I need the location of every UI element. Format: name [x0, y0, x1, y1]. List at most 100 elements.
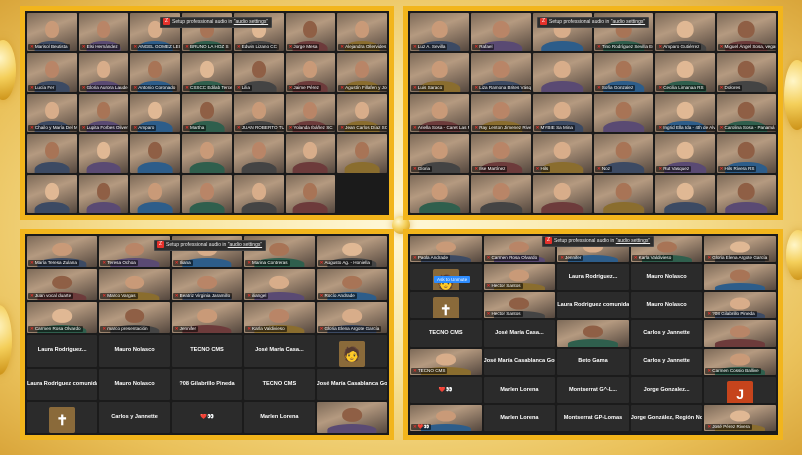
participant-tile[interactable]: [532, 53, 592, 92]
participant-tile[interactable]: [78, 174, 129, 213]
participant-tile[interactable]: ✕Miguel Ángel Sosa, vegas: [716, 13, 776, 52]
participant-tile[interactable]: ✕Chailo y María Del Mar (Ca: [27, 93, 77, 133]
participant-tile[interactable]: ✕Hils: [532, 134, 592, 173]
participant-tile[interactable]: ✝: [27, 401, 98, 433]
participant-tile[interactable]: Laura Rodriguez comunidad...: [27, 368, 98, 400]
participant-tile[interactable]: ✕Carmen Cossio Ballive: [704, 348, 776, 375]
participant-tile[interactable]: Laura Rodriguez...: [557, 264, 629, 291]
participant-tile[interactable]: ✕marco presentación: [99, 302, 170, 334]
participant-tile[interactable]: ✕Gloria Elena Argote García: [704, 236, 776, 263]
participant-tile[interactable]: ✕Paola Andrade: [410, 236, 482, 263]
participant-tile[interactable]: Carlos y Jannette: [630, 348, 703, 375]
participant-tile[interactable]: ❤️👀: [171, 401, 243, 433]
participant-tile[interactable]: José María Casablanca Gonz: [316, 368, 387, 400]
participant-tile[interactable]: [233, 174, 284, 213]
participant-tile[interactable]: ✕Luis Saraco: [410, 53, 470, 92]
participant-tile[interactable]: ✕Hils Rivera RS: [716, 134, 776, 173]
participant-tile[interactable]: ✕iliangel: [244, 269, 315, 301]
participant-tile[interactable]: José María Casa...: [483, 320, 556, 347]
participant-tile[interactable]: ✕Ingrid Ella Ida - 4th de Alvarez: [655, 93, 715, 133]
participant-tile[interactable]: ✕Jennifer: [171, 302, 243, 334]
participant-tile[interactable]: ✕❤️👀: [410, 404, 482, 431]
participant-tile[interactable]: [285, 174, 336, 213]
participant-tile[interactable]: [557, 320, 629, 347]
participant-tile[interactable]: [233, 134, 284, 173]
participant-tile[interactable]: ✕Jean Carlos Díaz SC: [337, 93, 387, 133]
participant-tile[interactable]: Montserrat GP-Lomas: [557, 404, 629, 431]
participant-tile[interactable]: ✕Rafael: [471, 13, 531, 52]
participant-tile[interactable]: Mauro Nolasco: [630, 264, 703, 291]
participant-tile[interactable]: ✕MYBIE Sa Mina: [532, 93, 592, 133]
audio-settings-banner[interactable]: Z Setup professional audio in "audio sett…: [160, 17, 273, 28]
audio-settings-link[interactable]: "audio settings": [228, 242, 262, 248]
participant-tile[interactable]: ✕Yolanda Ibáñez SC: [285, 93, 336, 133]
participant-tile[interactable]: Mauro Nolasco: [99, 335, 170, 367]
participant-tile[interactable]: ✕Gloria Aurora Laude: [78, 53, 129, 92]
participant-tile[interactable]: [716, 174, 776, 213]
participant-tile[interactable]: Beto Gama: [557, 348, 629, 375]
participant-tile[interactable]: ✕María Teresa Zulana: [27, 236, 98, 268]
participant-tile[interactable]: ✕Augusto Ag. - Honiella: [316, 236, 387, 268]
participant-tile[interactable]: ✕Antonio Coronado: [130, 53, 181, 92]
participant-tile[interactable]: ✕Karla Valdivieso: [244, 302, 315, 334]
participant-tile[interactable]: ✕Amparo: [130, 93, 181, 133]
participant-tile[interactable]: ✕Hector Santos: [483, 292, 556, 319]
participant-tile[interactable]: ✕Noz: [593, 134, 654, 173]
participant-tile[interactable]: ✕Marco Vargas: [99, 269, 170, 301]
participant-tile[interactable]: ✕JUAN ROBERTO TURNIZEO: [233, 93, 284, 133]
participant-tile[interactable]: Mauro Nolasco: [99, 368, 170, 400]
participant-tile[interactable]: TECNO CMS: [244, 368, 315, 400]
participant-tile[interactable]: [593, 93, 654, 133]
audio-settings-link[interactable]: "audio settings": [611, 19, 645, 25]
participant-tile[interactable]: ✕Ray Lenton Jimenez Rivera: [471, 93, 531, 133]
participant-tile[interactable]: Mauro Nolasco: [630, 292, 703, 319]
participant-tile[interactable]: ✕Sofía Gonzalez: [593, 53, 654, 92]
participant-tile[interactable]: ✕Marisol Beutista: [27, 13, 77, 52]
participant-tile[interactable]: J: [704, 376, 776, 403]
participant-tile[interactable]: [704, 264, 776, 291]
audio-settings-link[interactable]: "audio settings": [616, 238, 650, 244]
participant-tile[interactable]: ✕Juan vocal duarte: [27, 269, 98, 301]
participant-tile[interactable]: ✕José Pérez Rivera: [704, 404, 776, 431]
participant-tile[interactable]: ✕?08 Gilabrillo Pineda: [704, 292, 776, 319]
participant-tile[interactable]: [316, 401, 387, 433]
participant-tile[interactable]: [78, 134, 129, 173]
audio-settings-link[interactable]: "audio settings": [234, 19, 268, 25]
participant-tile[interactable]: [182, 134, 232, 173]
participant-tile[interactable]: Carlos y Jannette: [99, 401, 170, 433]
participant-tile[interactable]: Jorge Gonzalez...: [630, 376, 703, 403]
participant-tile[interactable]: ✕Cecilia Limanaa RS: [655, 53, 715, 92]
audio-settings-banner[interactable]: Z Setup professional audio in "audio sett…: [154, 240, 267, 251]
participant-tile[interactable]: ✕Lucía Fer: [27, 53, 77, 92]
participant-tile[interactable]: TECNO CMS: [171, 335, 243, 367]
participant-tile[interactable]: [27, 134, 77, 173]
ask-to-unmute-button[interactable]: Ask to Unmute: [434, 276, 471, 283]
participant-tile[interactable]: [471, 174, 531, 213]
participant-tile[interactable]: [285, 134, 336, 173]
participant-tile[interactable]: ✕CSSCC Edilab Tercero: [182, 53, 232, 92]
participant-tile[interactable]: ✕Jaime Pérez: [285, 53, 336, 92]
participant-tile[interactable]: ✕Ariella Sosa - Caret Las Rei: [410, 93, 470, 133]
audio-settings-banner[interactable]: Z Setup professional audio in "audio sett…: [537, 17, 650, 28]
participant-tile[interactable]: ✕Carmen Rosa Olvardo: [27, 302, 98, 334]
participant-tile[interactable]: ✕TECNO CMS: [410, 348, 482, 375]
participant-tile[interactable]: 🧑: [316, 335, 387, 367]
participant-tile[interactable]: Marlen Lorena: [483, 376, 556, 403]
participant-tile[interactable]: ✕Elsi Hernández: [78, 13, 129, 52]
participant-tile[interactable]: ❤️👀: [410, 376, 482, 403]
participant-tile[interactable]: ✕Jorge Mesa: [285, 13, 336, 52]
participant-tile[interactable]: José María Casa...: [244, 335, 315, 367]
participant-tile[interactable]: [593, 174, 654, 213]
participant-tile[interactable]: Laura Rodriguez...: [27, 335, 98, 367]
participant-tile[interactable]: ✕Dolores: [716, 53, 776, 92]
participant-tile[interactable]: ?08 Gilabrillo Pineda: [171, 368, 243, 400]
participant-tile[interactable]: Carlos y Jannette: [630, 320, 703, 347]
participant-tile[interactable]: ✕Lupita Forbes Oliver: [78, 93, 129, 133]
participant-tile[interactable]: Montserrat G^-L...: [557, 376, 629, 403]
participant-tile[interactable]: [655, 174, 715, 213]
participant-tile[interactable]: ✕Hector Santos: [483, 264, 556, 291]
participant-tile[interactable]: [130, 134, 181, 173]
participant-tile[interactable]: ✝: [410, 292, 482, 319]
participant-tile[interactable]: ✕Rocío Andrade: [316, 269, 387, 301]
participant-tile[interactable]: [130, 174, 181, 213]
